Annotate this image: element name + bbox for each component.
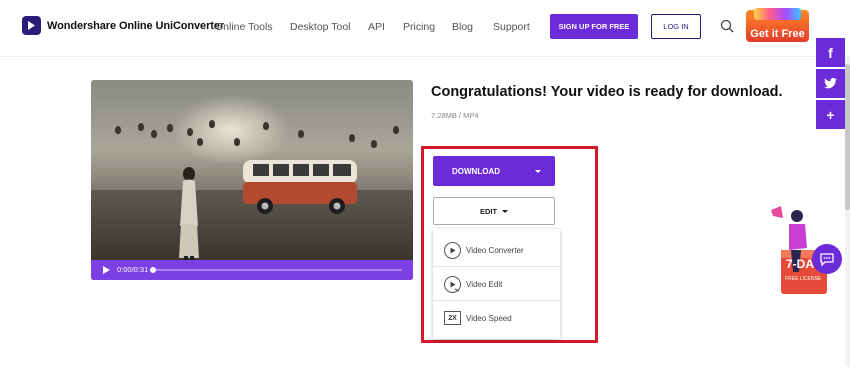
speed-2x-icon: 2X xyxy=(444,311,461,325)
uniconverter-logo-icon[interactable] xyxy=(22,16,41,35)
signup-button[interactable]: SIGN UP FOR FREE xyxy=(550,14,638,39)
video-progress-bar[interactable] xyxy=(150,267,402,273)
nav-online-tools[interactable]: Online Tools xyxy=(215,21,273,33)
converter-icon xyxy=(444,242,461,259)
chat-icon[interactable] xyxy=(812,244,842,274)
page-scrollbar[interactable] xyxy=(845,56,850,367)
video-player[interactable]: 0:00/0:31 xyxy=(91,80,413,280)
facebook-icon: f xyxy=(828,44,833,61)
page-title: Congratulations! Your video is ready for… xyxy=(431,84,783,100)
file-info: 7.28MB / MP4 xyxy=(431,111,479,120)
play-icon[interactable] xyxy=(103,266,110,274)
plus-icon: + xyxy=(826,106,835,123)
menu-item-label: Video Speed xyxy=(466,314,512,323)
menu-item-video-speed[interactable]: 2X Video Speed xyxy=(433,301,560,335)
login-button[interactable]: LOG IN xyxy=(651,14,701,39)
download-label: DOWNLOAD xyxy=(452,166,500,176)
balloon xyxy=(263,122,269,130)
nav-blog[interactable]: Blog xyxy=(452,21,473,33)
promo-badge-text: 7-DA xyxy=(786,257,814,271)
balloon xyxy=(187,128,193,136)
balloon xyxy=(298,130,304,138)
video-edit-icon xyxy=(444,276,461,293)
promo-sub-text: FREE LICENSE xyxy=(785,276,822,282)
progress-knob[interactable] xyxy=(150,267,156,273)
nav-desktop-tool[interactable]: Desktop Tool xyxy=(290,21,351,33)
menu-item-video-converter[interactable]: Video Converter xyxy=(433,233,560,267)
edit-button[interactable]: EDIT xyxy=(433,197,555,225)
gift-icon xyxy=(754,8,801,20)
nav-api[interactable]: API xyxy=(368,21,385,33)
get-it-free-promo[interactable]: Get it Free xyxy=(746,8,809,42)
menu-item-label: Video Converter xyxy=(466,246,524,255)
scrollbar-thumb[interactable] xyxy=(845,64,850,210)
menu-item-video-edit[interactable]: Video Edit xyxy=(433,267,560,301)
brand-name[interactable]: Wondershare Online UniConverter xyxy=(47,20,224,32)
balloon xyxy=(167,124,173,132)
balloon xyxy=(371,140,377,148)
person-image xyxy=(179,167,199,262)
twitter-share-button[interactable] xyxy=(816,69,845,98)
nav-support[interactable]: Support xyxy=(493,21,530,33)
balloon xyxy=(138,123,144,131)
twitter-icon xyxy=(824,78,837,89)
menu-item-label: Video Edit xyxy=(466,280,503,289)
more-share-button[interactable]: + xyxy=(816,100,845,129)
chevron-down-icon xyxy=(502,209,509,213)
top-navbar: Wondershare Online UniConverter Online T… xyxy=(0,0,850,57)
facebook-share-button[interactable]: f xyxy=(816,38,845,67)
van-image xyxy=(243,160,357,214)
balloon xyxy=(209,120,215,128)
video-controls: 0:00/0:31 xyxy=(91,260,413,280)
chevron-down-icon[interactable] xyxy=(535,170,541,173)
video-time: 0:00/0:31 xyxy=(117,265,149,274)
balloon xyxy=(197,138,203,146)
balloon xyxy=(151,130,157,138)
balloon xyxy=(115,126,121,134)
balloon xyxy=(393,126,399,134)
balloon xyxy=(349,134,355,142)
edit-dropdown-menu: Video Converter Video Edit 2X Video Spee… xyxy=(433,229,560,339)
search-icon[interactable] xyxy=(720,19,734,38)
promo-label: Get it Free xyxy=(750,28,805,40)
nav-pricing[interactable]: Pricing xyxy=(403,21,435,33)
balloon xyxy=(234,138,240,146)
download-button[interactable]: DOWNLOAD xyxy=(433,156,555,186)
edit-label: EDIT xyxy=(479,206,498,216)
